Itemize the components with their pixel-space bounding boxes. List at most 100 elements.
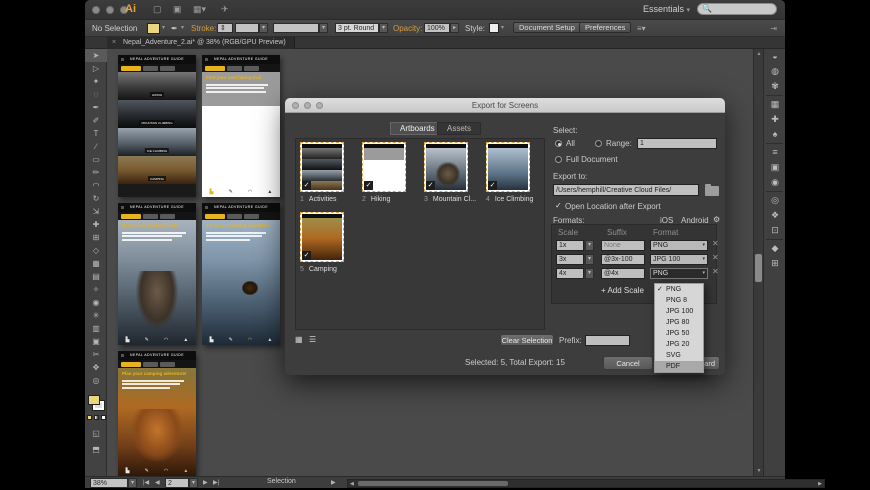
fill-color-swatch[interactable]	[147, 23, 160, 34]
open-location-checkbox[interactable]: ✓	[555, 201, 562, 210]
share-icon[interactable]: ✈	[221, 4, 229, 15]
list-view-icon[interactable]: ☰	[309, 335, 319, 344]
symbols-panel-icon[interactable]: ♠	[764, 127, 786, 142]
thumb-ice-climbing[interactable]: ✓	[486, 142, 530, 192]
scale-field[interactable]: 1x	[556, 240, 584, 251]
horizontal-scroll-thumb[interactable]	[358, 481, 508, 487]
free-transform-tool[interactable]: ⊞	[85, 231, 107, 244]
stroke-weight-stepper[interactable]: ⇕	[217, 23, 233, 33]
width-tool[interactable]: ✚	[85, 218, 107, 231]
close-tab-icon[interactable]: ×	[112, 37, 116, 49]
delete-row-icon[interactable]: ✕	[712, 253, 719, 262]
draw-mode-button[interactable]: ◱	[85, 427, 107, 440]
scale-caret-icon[interactable]: ▾	[585, 254, 594, 265]
arrange-documents-icon[interactable]: ▣	[173, 4, 182, 15]
color-button[interactable]	[87, 415, 92, 420]
rotate-tool[interactable]: ↻	[85, 192, 107, 205]
scale-tool[interactable]: ⇲	[85, 205, 107, 218]
export-path-field[interactable]: /Users/hemphill/Creative Cloud Files/	[553, 184, 699, 196]
radio-range-label[interactable]: Range:	[606, 139, 632, 148]
gradient-button[interactable]	[94, 415, 99, 420]
type-tool[interactable]: T	[85, 127, 107, 140]
fill-caret-icon[interactable]: ▾	[162, 24, 165, 31]
radio-range[interactable]	[595, 140, 602, 147]
stroke-label[interactable]: Stroke:	[191, 24, 216, 33]
bridge-icon[interactable]: ▢	[153, 4, 162, 15]
vertical-scrollbar[interactable]: ▲ ▼	[753, 49, 763, 476]
brush-definition-dropdown[interactable]: 3 pt. Round	[335, 23, 379, 33]
artboard-activities[interactable]: NEPAL ADVENTURE GUIDE HIKING MOUNTAIN CL…	[118, 55, 196, 197]
formats-settings-gear-icon[interactable]: ⚙	[713, 215, 720, 224]
suffix-field[interactable]: @4x	[601, 268, 645, 279]
menu-item-png8[interactable]: PNG 8	[655, 295, 703, 306]
menu-item-jpg50[interactable]: JPG 50	[655, 328, 703, 339]
stroke-panel-icon[interactable]: ≡	[764, 145, 786, 160]
menu-item-svg[interactable]: SVG	[655, 350, 703, 361]
status-mode-label[interactable]: Selection	[267, 478, 296, 485]
rectangle-tool[interactable]: ▭	[85, 153, 107, 166]
layout-menu-icon[interactable]: ▦▾	[193, 4, 206, 15]
artboard-hiking[interactable]: NEPAL ADVENTURE GUIDE Find your next hik…	[202, 55, 280, 197]
menu-item-png[interactable]: ✓PNG	[655, 284, 703, 295]
radio-all[interactable]	[555, 140, 562, 147]
prefix-field[interactable]	[585, 335, 630, 346]
artboard-ice-climbing[interactable]: NEPAL ADVENTURE GUIDE Try an ice climbin…	[202, 203, 280, 345]
slice-tool[interactable]: ✂	[85, 348, 107, 361]
scale-field[interactable]: 3x	[556, 254, 584, 265]
paintbrush-tool[interactable]: ✏	[85, 166, 107, 179]
style-caret-icon[interactable]: ▾	[501, 24, 504, 31]
graph-tool[interactable]: ▣	[85, 335, 107, 348]
magic-wand-tool[interactable]: ✦	[85, 75, 107, 88]
scale-caret-icon[interactable]: ▾	[585, 268, 594, 279]
artboard-number-field[interactable]: 2	[165, 478, 189, 488]
menu-item-pdf[interactable]: PDF	[655, 361, 703, 372]
scroll-down-icon[interactable]: ▼	[755, 468, 763, 474]
opacity-field[interactable]: 100%	[424, 23, 450, 33]
scroll-left-icon[interactable]: ◀	[350, 481, 354, 487]
delete-row-icon[interactable]: ✕	[712, 267, 719, 276]
vertical-scroll-thumb[interactable]	[755, 254, 762, 282]
stroke-weight-caret-icon[interactable]: ▾	[259, 23, 268, 33]
opacity-caret-icon[interactable]: ▸	[450, 23, 459, 33]
format-dropdown-open[interactable]: PNG▾	[650, 268, 708, 279]
pen-tool[interactable]: ✒	[85, 101, 107, 114]
symbol-sprayer-tool[interactable]: ▥	[85, 322, 107, 335]
scale-caret-icon[interactable]: ▾	[585, 240, 594, 251]
first-artboard-icon[interactable]: |◀	[143, 479, 149, 486]
delete-row-icon[interactable]: ✕	[712, 239, 719, 248]
thumb-hiking[interactable]: ✓	[362, 142, 406, 192]
grid-view-icon[interactable]: ▦	[295, 335, 305, 344]
direct-selection-tool[interactable]: ▷	[85, 62, 107, 75]
dialog-titlebar[interactable]: Export for Screens	[285, 98, 725, 113]
clear-selection-button[interactable]: Clear Selection	[500, 334, 554, 346]
artboard-mountain-climbing[interactable]: NEPAL ADVENTURE GUIDE Scout your climbin…	[118, 203, 196, 345]
shape-builder-tool[interactable]: ◇	[85, 244, 107, 257]
thumb-checkbox[interactable]: ✓	[364, 181, 373, 190]
fill-swatch[interactable]	[88, 395, 100, 405]
artboard-camping[interactable]: NEPAL ADVENTURE GUIDE Plan your camping …	[118, 351, 196, 476]
align-options-icon[interactable]: ≡▾	[637, 24, 646, 33]
variable-width-caret-icon[interactable]: ▾	[319, 23, 328, 33]
curvature-tool[interactable]: ✐	[85, 114, 107, 127]
thumb-mountain-climbing[interactable]: ✓	[424, 142, 468, 192]
fill-stroke-swatches[interactable]	[88, 395, 104, 411]
layers-panel-icon[interactable]: ◆	[764, 241, 786, 256]
swatches-panel-icon[interactable]: ▦	[764, 97, 786, 112]
add-scale-button[interactable]: + Add Scale	[601, 286, 644, 295]
close-window-button[interactable]	[92, 6, 100, 14]
document-setup-button[interactable]: Document Setup	[513, 22, 581, 33]
transparency-panel-icon[interactable]: ◉	[764, 175, 786, 190]
screen-mode-button[interactable]: ⬒	[85, 443, 107, 456]
color-panel-icon[interactable]: ◒	[764, 49, 786, 64]
workspace-switcher[interactable]: Essentials ▾	[643, 4, 690, 14]
cancel-button[interactable]: Cancel	[603, 356, 653, 370]
zoom-level-field[interactable]: 38%	[90, 478, 128, 488]
minimize-window-button[interactable]	[106, 6, 114, 14]
blend-tool[interactable]: ✳	[85, 309, 107, 322]
horizontal-scrollbar[interactable]: ◀ ▶	[347, 479, 825, 488]
gradient-panel-icon[interactable]: ▣	[764, 160, 786, 175]
stroke-weight-field[interactable]	[235, 23, 259, 33]
thumb-checkbox[interactable]: ✓	[426, 181, 435, 190]
thumb-camping[interactable]: ✓	[300, 212, 344, 262]
suffix-field[interactable]: None	[601, 240, 645, 251]
